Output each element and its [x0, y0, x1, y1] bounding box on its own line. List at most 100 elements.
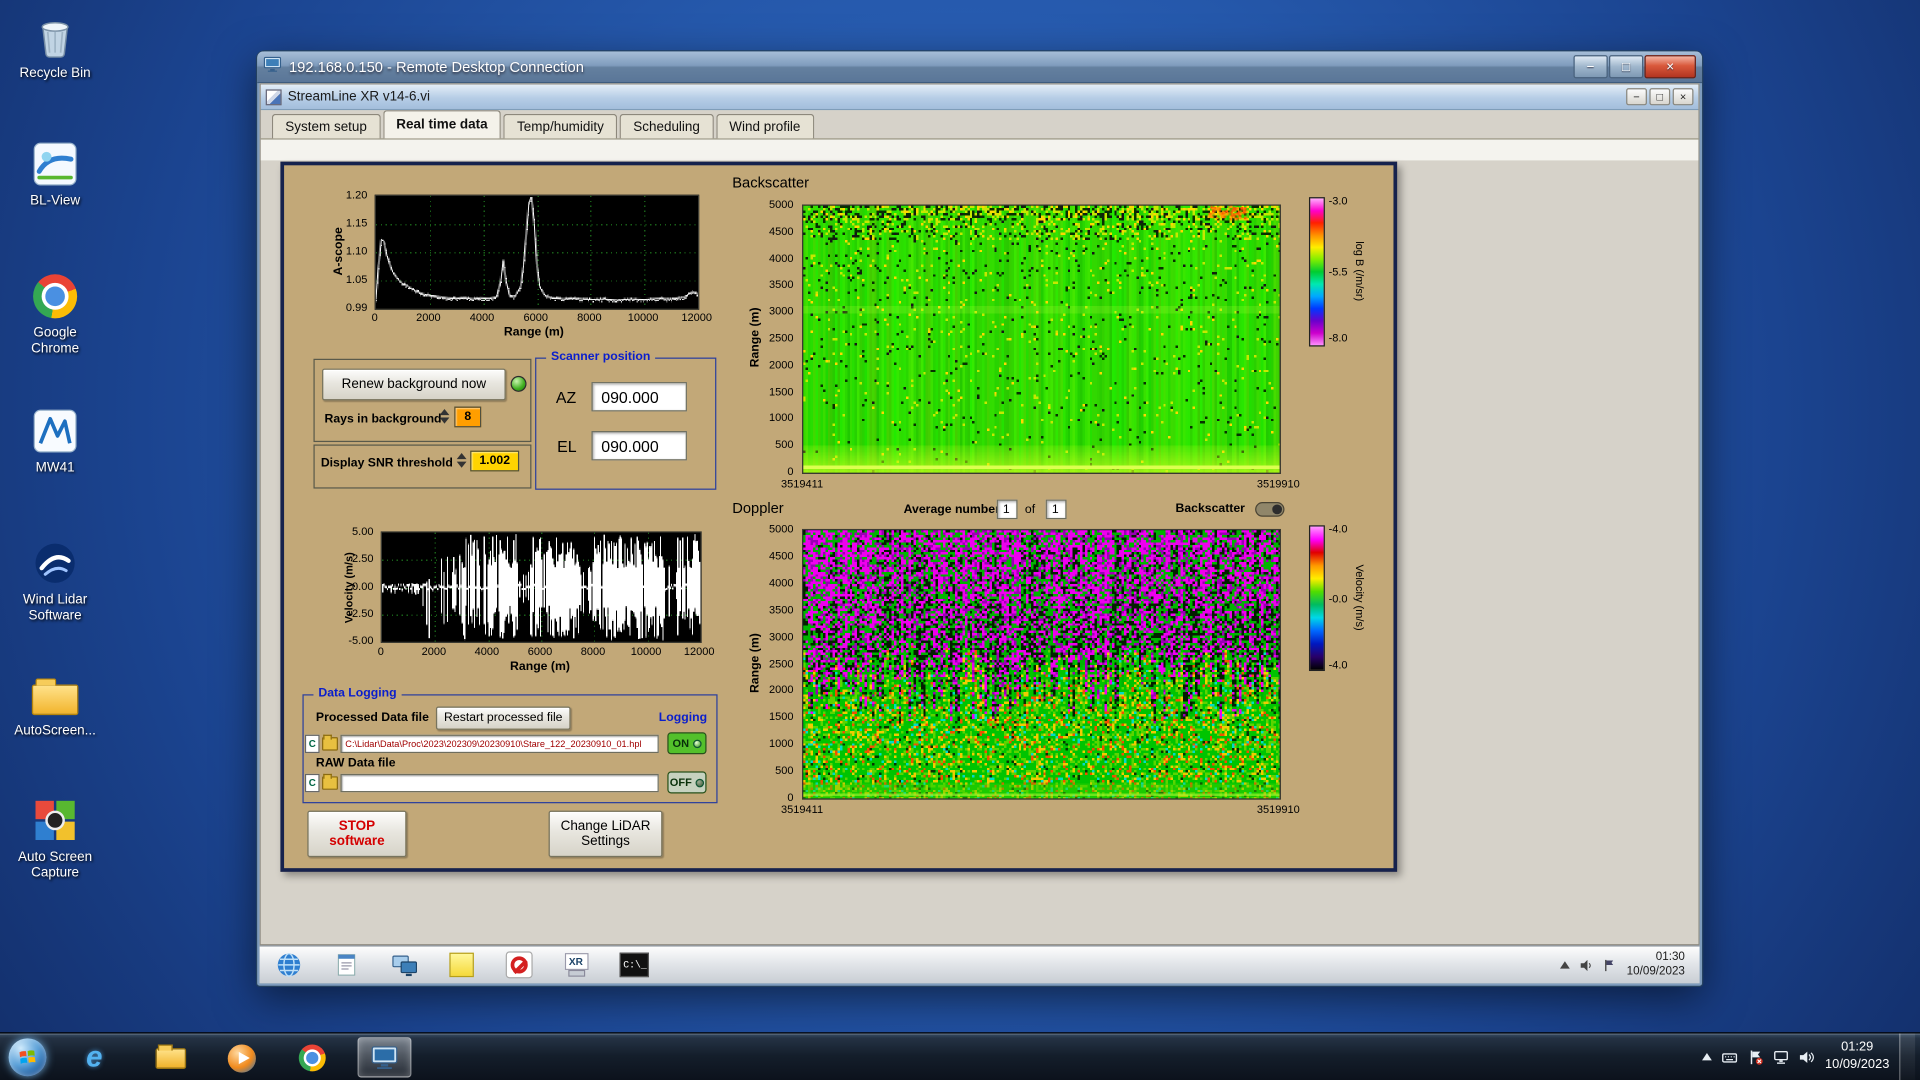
- remote-volume-icon[interactable]: [1580, 958, 1593, 971]
- average-number-input[interactable]: 1: [996, 499, 1018, 520]
- axis-tick-label: 1.05: [345, 273, 368, 286]
- app-titlebar[interactable]: StreamLine XR v14-6.vi − □ ×: [260, 84, 1699, 111]
- backscatter-toggle[interactable]: [1255, 502, 1285, 517]
- show-desktop-button[interactable]: [1899, 1033, 1916, 1080]
- axis-tick-label: 0.00: [352, 579, 374, 593]
- remote-clock[interactable]: 01:30 10/09/2023: [1627, 950, 1685, 979]
- remote-desktop-icon: [263, 54, 282, 78]
- backscatter-colorbar-label: log B (/m/sr): [1353, 241, 1366, 302]
- doppler-x-start: 3519411: [780, 803, 824, 816]
- el-label: EL: [557, 437, 577, 456]
- velocity-canvas: [382, 532, 701, 642]
- tab-wind-profile[interactable]: Wind profile: [715, 113, 814, 139]
- notepad-icon[interactable]: [332, 950, 361, 979]
- processed-path-input[interactable]: C:\Lidar\Data\Proc\2023\202309\20230910\…: [340, 734, 659, 754]
- drive-letter-box[interactable]: C: [304, 734, 320, 754]
- rays-in-background-label: Rays in background: [324, 412, 442, 427]
- browse-folder-icon[interactable]: [322, 734, 338, 751]
- renew-background-button[interactable]: Renew background now: [322, 368, 506, 401]
- show-hidden-icons[interactable]: [1702, 1053, 1713, 1061]
- rays-spinner[interactable]: [439, 408, 450, 424]
- raw-path-input[interactable]: [340, 773, 659, 793]
- ascope-canvas: [375, 195, 698, 309]
- az-input[interactable]: 090.000: [591, 382, 687, 412]
- dual-monitor-icon[interactable]: [389, 950, 418, 979]
- power-shortcut-icon[interactable]: [504, 950, 533, 979]
- ascope-plot: [374, 194, 700, 310]
- remote-taskbar: XR C:\_ 01:30 10/09/2023: [259, 945, 1700, 984]
- maximize-button[interactable]: □: [1608, 55, 1644, 79]
- minimize-button[interactable]: −: [1573, 55, 1608, 79]
- axis-tick-label: 1000: [768, 411, 794, 425]
- desktop-icon-bl-view[interactable]: BL-View: [5, 137, 105, 209]
- browse-folder-icon[interactable]: [322, 773, 338, 790]
- axis-tick-label: 2000: [421, 645, 447, 658]
- xr-shortcut-icon[interactable]: XR: [562, 950, 591, 979]
- el-input[interactable]: 090.000: [591, 431, 687, 461]
- remote-flag-icon[interactable]: [1603, 958, 1616, 971]
- media-player-icon[interactable]: [225, 1042, 257, 1074]
- renew-background-led: [510, 375, 527, 392]
- ascope-x-axis-label: Range (m): [503, 325, 564, 340]
- content-top-strip: [260, 139, 1699, 161]
- globe-browser-icon[interactable]: [274, 950, 303, 979]
- velocity-plot: [380, 531, 702, 643]
- axis-tick-label: 0: [787, 791, 794, 804]
- r dc-titlebar[interactable]: 192.168.0.150 - Remote Desktop Connectio…: [257, 51, 1703, 84]
- action-center-flag-icon[interactable]: [1748, 1049, 1764, 1065]
- explorer-folder-icon[interactable]: [154, 1042, 186, 1074]
- keyboard-indicator-icon[interactable]: [1722, 1049, 1738, 1065]
- desktop-icon-autoscreen-folder[interactable]: AutoScreen...: [5, 667, 105, 739]
- snr-spinner[interactable]: [456, 453, 467, 468]
- scanner-position-title: Scanner position: [546, 350, 656, 364]
- axis-tick-label: 2.50: [352, 552, 374, 565]
- axis-tick-label: 2000: [416, 311, 441, 324]
- average-of-label: of: [1024, 503, 1036, 517]
- rays-value[interactable]: 8: [454, 406, 482, 428]
- start-button[interactable]: [8, 1038, 47, 1077]
- desktop-icon-auto-screen-capture[interactable]: Auto Screen Capture: [5, 793, 105, 882]
- taskbar-clock[interactable]: 01:29 10/09/2023: [1825, 1040, 1889, 1073]
- axis-tick-label: 1500: [768, 385, 794, 398]
- tab-real-time-data[interactable]: Real time data: [382, 110, 502, 139]
- logging-label: Logging: [658, 711, 708, 725]
- remote-desktop-taskbar-button[interactable]: [357, 1037, 412, 1078]
- app-maximize-button[interactable]: □: [1649, 88, 1671, 106]
- average-total-input[interactable]: 1: [1045, 499, 1067, 520]
- axis-tick-label: 4000: [768, 251, 794, 264]
- tab-temp-humidity[interactable]: Temp/humidity: [503, 113, 618, 139]
- chrome-taskbar-icon[interactable]: [296, 1042, 328, 1074]
- processed-logging-on-switch[interactable]: ON: [667, 732, 707, 755]
- change-lidar-settings-button[interactable]: Change LiDAR Settings: [548, 810, 663, 858]
- app-close-button[interactable]: ×: [1672, 88, 1694, 106]
- axis-tick-label: 4000: [469, 311, 495, 324]
- tab-scheduling[interactable]: Scheduling: [619, 113, 714, 139]
- network-icon[interactable]: [1774, 1049, 1790, 1065]
- axis-tick-label: 12000: [683, 645, 715, 658]
- restart-processed-file-button[interactable]: Restart processed file: [435, 706, 571, 730]
- internet-explorer-icon[interactable]: e: [78, 1041, 110, 1074]
- snr-value[interactable]: 1.002: [470, 450, 520, 472]
- backscatter-toggle-label: Backscatter: [1175, 502, 1245, 516]
- sticky-note-icon[interactable]: [447, 950, 476, 979]
- wind-lidar-icon: [5, 536, 105, 590]
- desktop-icon-recycle-bin[interactable]: Recycle Bin: [5, 10, 105, 82]
- close-button[interactable]: ×: [1644, 55, 1696, 79]
- axis-tick-label: 6000: [523, 311, 548, 324]
- stop-software-button[interactable]: STOP software: [307, 810, 407, 858]
- desktop-icon-mw41[interactable]: MW41: [5, 404, 105, 476]
- desktop-icon-google-chrome[interactable]: Google Chrome: [5, 269, 105, 358]
- raw-logging-off-switch[interactable]: OFF: [667, 771, 707, 794]
- data-logging-title: Data Logging: [313, 686, 402, 701]
- mw41-icon: [5, 404, 105, 458]
- colorbar-tick: -4.0: [1328, 522, 1348, 536]
- remote-show-hidden-icons[interactable]: [1560, 961, 1571, 969]
- drive-letter-box[interactable]: C: [304, 773, 320, 793]
- tab-system-setup[interactable]: System setup: [271, 113, 381, 139]
- app-minimize-button[interactable]: −: [1626, 88, 1647, 106]
- console-icon[interactable]: C:\_: [619, 950, 649, 979]
- volume-icon[interactable]: [1799, 1049, 1815, 1065]
- app-title: StreamLine XR v14-6.vi: [287, 89, 431, 105]
- desktop-icon-wind-lidar[interactable]: Wind Lidar Software: [5, 536, 105, 625]
- backscatter-canvas: [803, 205, 1280, 473]
